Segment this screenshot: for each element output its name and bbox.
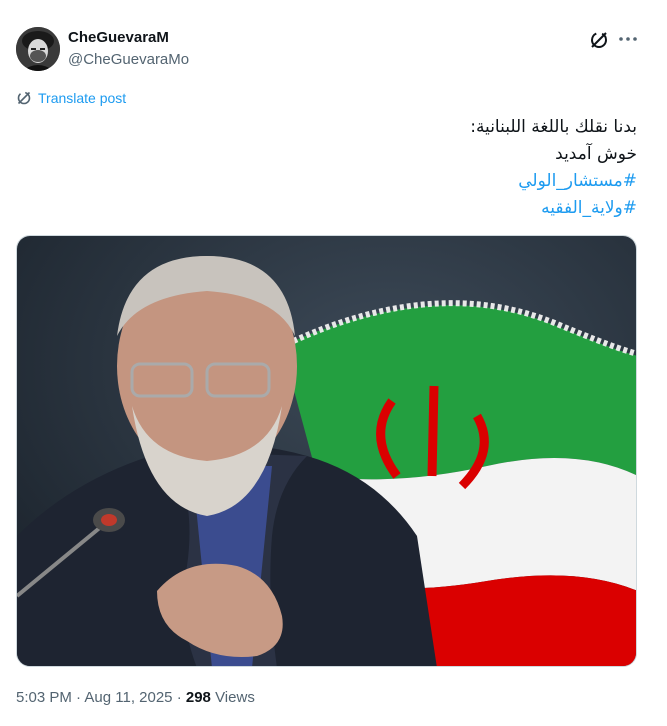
display-name[interactable]: CheGuevaraM [68, 29, 169, 46]
translate-post-link[interactable]: Translate post [16, 90, 126, 106]
views-count: 298 [185, 689, 211, 706]
hashtag-link[interactable]: #مستشار_الولي [37, 168, 637, 195]
grok-icon[interactable] [588, 29, 610, 51]
translate-icon [17, 91, 31, 105]
avatar-image [16, 27, 60, 71]
avatar[interactable] [16, 27, 60, 71]
meta-separator: · [71, 689, 85, 706]
tweet-text: بدنا نقلك باللغة اللبنانية: خوش آمدید #م… [37, 114, 637, 222]
tweet-line: بدنا نقلك باللغة اللبنانية: [470, 117, 637, 137]
hashtag-link[interactable]: #ولاية_الفقيه [37, 195, 637, 222]
more-icon[interactable] [616, 27, 640, 51]
photo-illustration [17, 236, 636, 666]
tweet-line: خوش آمدید [555, 144, 637, 164]
post-meta: 5:03 PM · Aug 11, 2025 · 298 Views [16, 689, 255, 706]
post-image[interactable] [16, 235, 637, 667]
views-label: Views [210, 689, 255, 706]
translate-label[interactable]: Translate post [38, 90, 126, 106]
meta-separator: · [172, 689, 186, 706]
user-handle[interactable]: @CheGuevaraMo [68, 51, 189, 68]
post-date[interactable]: Aug 11, 2025 [84, 689, 172, 706]
post-time[interactable]: 5:03 PM [16, 689, 72, 706]
